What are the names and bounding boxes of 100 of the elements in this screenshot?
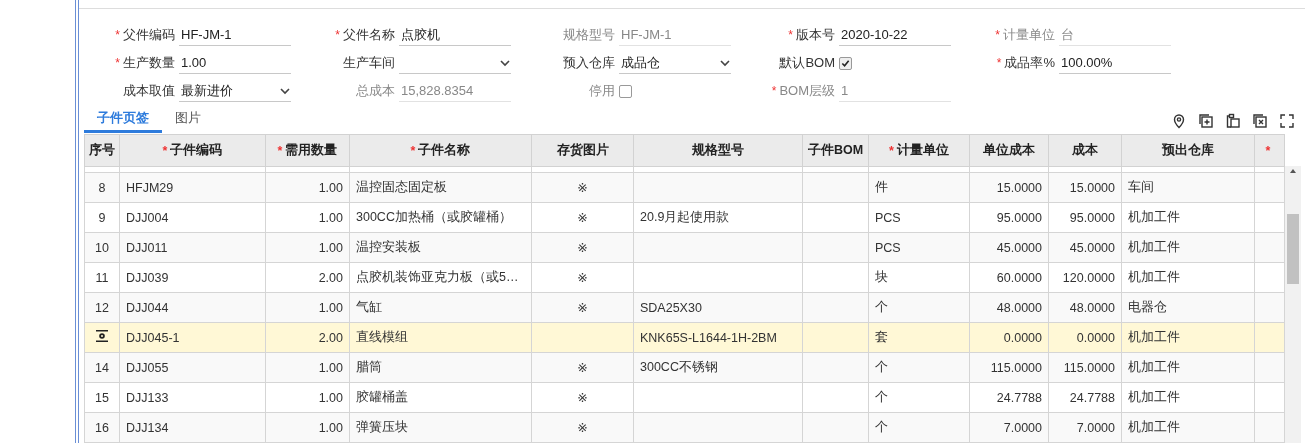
table-cell: DJJ055 xyxy=(119,352,266,383)
required-mark: * xyxy=(277,143,283,158)
field-label: 父件名称 xyxy=(343,26,395,44)
table-cell: ※ xyxy=(531,382,634,413)
table-cell: 机加工件 xyxy=(1121,202,1255,233)
field-label: 成品率% xyxy=(1004,54,1055,72)
table-cell: 300CC不锈钢 xyxy=(633,352,803,383)
column-header: 存货图片 xyxy=(556,142,609,159)
table-cell: 24.7788 xyxy=(969,382,1049,413)
input-field[interactable]: 1.00 xyxy=(179,52,291,74)
table-cell: 48.0000 xyxy=(969,292,1049,323)
column-header: 预出仓库 xyxy=(1162,142,1214,159)
column-header: 规格型号 xyxy=(692,142,744,159)
required-mark: * xyxy=(410,143,416,158)
select-field[interactable]: 成品仓 xyxy=(619,52,731,74)
table-cell: ※ xyxy=(531,352,634,383)
table-cell: ※ xyxy=(531,412,634,443)
table-cell: 2.00 xyxy=(265,262,350,293)
required-mark: * xyxy=(889,143,894,158)
column-header: 单位成本 xyxy=(983,142,1035,159)
table-cell: PCS xyxy=(868,232,970,263)
table-cell: 1.00 xyxy=(265,352,350,383)
table-cell: 胶罐桶盖 xyxy=(349,382,532,413)
input-field[interactable]: 2020-10-22 xyxy=(839,24,951,46)
table-cell: 7.0000 xyxy=(1048,412,1122,443)
field-label: 版本号 xyxy=(796,26,835,44)
checkbox[interactable] xyxy=(839,56,852,70)
input-field[interactable]: 100.00% xyxy=(1059,52,1171,74)
table-cell: 块 xyxy=(868,262,970,293)
table-cell: 15.0000 xyxy=(1048,172,1122,203)
required-mark: * xyxy=(115,56,120,70)
table-cell: 机加工件 xyxy=(1121,232,1255,263)
required-mark: * xyxy=(771,84,777,98)
table-cell: DJJ011 xyxy=(119,232,266,263)
tab[interactable]: 图片 xyxy=(162,105,214,133)
table-cell: 腊筒 xyxy=(349,352,532,383)
table-cell: DJJ039 xyxy=(119,262,266,293)
table-cell: 95.0000 xyxy=(1048,202,1122,233)
table-cell: ※ xyxy=(531,202,634,233)
field-label: 停用 xyxy=(589,82,615,100)
table-cell: 套 xyxy=(868,322,970,353)
column-header: 需用数量 xyxy=(285,142,338,159)
input-field[interactable]: HF-JM-1 xyxy=(179,24,291,46)
table-cell: 300CC加热桶（或胶罐桶） xyxy=(349,202,532,233)
row-number: 11 xyxy=(84,262,120,293)
table-cell: ※ xyxy=(531,292,634,323)
scrollbar[interactable] xyxy=(1285,166,1301,443)
field-label: 规格型号 xyxy=(563,26,615,44)
required-mark: * xyxy=(995,28,1000,42)
table-cell: 电器仓 xyxy=(1121,292,1255,323)
table-cell: DJJ134 xyxy=(119,412,266,443)
column-header: 子件名称 xyxy=(418,142,471,159)
required-mark: * xyxy=(335,28,340,42)
table-cell: 45.0000 xyxy=(1048,232,1122,263)
row-number: 12 xyxy=(84,292,120,323)
table-cell: 车间 xyxy=(1121,172,1255,203)
table-cell: 1.00 xyxy=(265,382,350,413)
table-cell: 温控固态固定板 xyxy=(349,172,532,203)
field-label: 计量单位 xyxy=(1003,26,1055,44)
table-cell: 机加工件 xyxy=(1121,412,1255,443)
scrollbar-thumb[interactable] xyxy=(1287,214,1299,284)
table-cell: 机加工件 xyxy=(1121,352,1255,383)
column-header: 序号 xyxy=(89,142,115,159)
table-cell: 个 xyxy=(868,292,970,323)
required-mark: * xyxy=(788,28,793,42)
table-cell: 1.00 xyxy=(265,232,350,263)
table-cell: 直线模组 xyxy=(349,322,532,353)
table-cell: 个 xyxy=(868,412,970,443)
required-mark: * xyxy=(1265,143,1271,158)
table-cell: KNK65S-L1644-1H-2BM xyxy=(633,322,803,353)
table-cell: 机加工件 xyxy=(1121,262,1255,293)
table-cell: 气缸 xyxy=(349,292,532,323)
table-cell: 0.0000 xyxy=(1048,322,1122,353)
field-label: 预入仓库 xyxy=(563,54,615,72)
field-label: 默认BOM xyxy=(779,54,835,72)
row-number: 9 xyxy=(84,202,120,233)
table-cell: 115.0000 xyxy=(1048,352,1122,383)
table-cell: 7.0000 xyxy=(969,412,1049,443)
add-row-icon[interactable] xyxy=(1198,113,1214,129)
table-cell: 个 xyxy=(868,352,970,383)
table-cell: 件 xyxy=(868,172,970,203)
fullscreen-icon[interactable] xyxy=(1279,113,1295,129)
table-cell: 24.7788 xyxy=(1048,382,1122,413)
row-number: 15 xyxy=(84,382,120,413)
table-cell: 20.9月起使用款 xyxy=(633,202,803,233)
row-number: 16 xyxy=(84,412,120,443)
table-cell: DJJ133 xyxy=(119,382,266,413)
column-header: 计量单位 xyxy=(896,142,949,159)
location-pin-icon[interactable] xyxy=(1171,113,1187,129)
column-header: 子件BOM xyxy=(807,142,864,159)
input-field[interactable]: 点胶机 xyxy=(399,24,511,46)
table-cell: 115.0000 xyxy=(969,352,1049,383)
column-header: 成本 xyxy=(1072,142,1098,159)
row-number: 10 xyxy=(84,232,120,263)
delete-row-icon[interactable] xyxy=(1252,113,1268,129)
table-cell: 48.0000 xyxy=(1048,292,1122,323)
table-cell: 120.0000 xyxy=(1048,262,1122,293)
paste-icon[interactable] xyxy=(1225,113,1241,129)
select-field[interactable]: 最新进价 xyxy=(179,80,291,102)
table-cell: 点胶机装饰亚克力板（或5… xyxy=(349,262,532,293)
